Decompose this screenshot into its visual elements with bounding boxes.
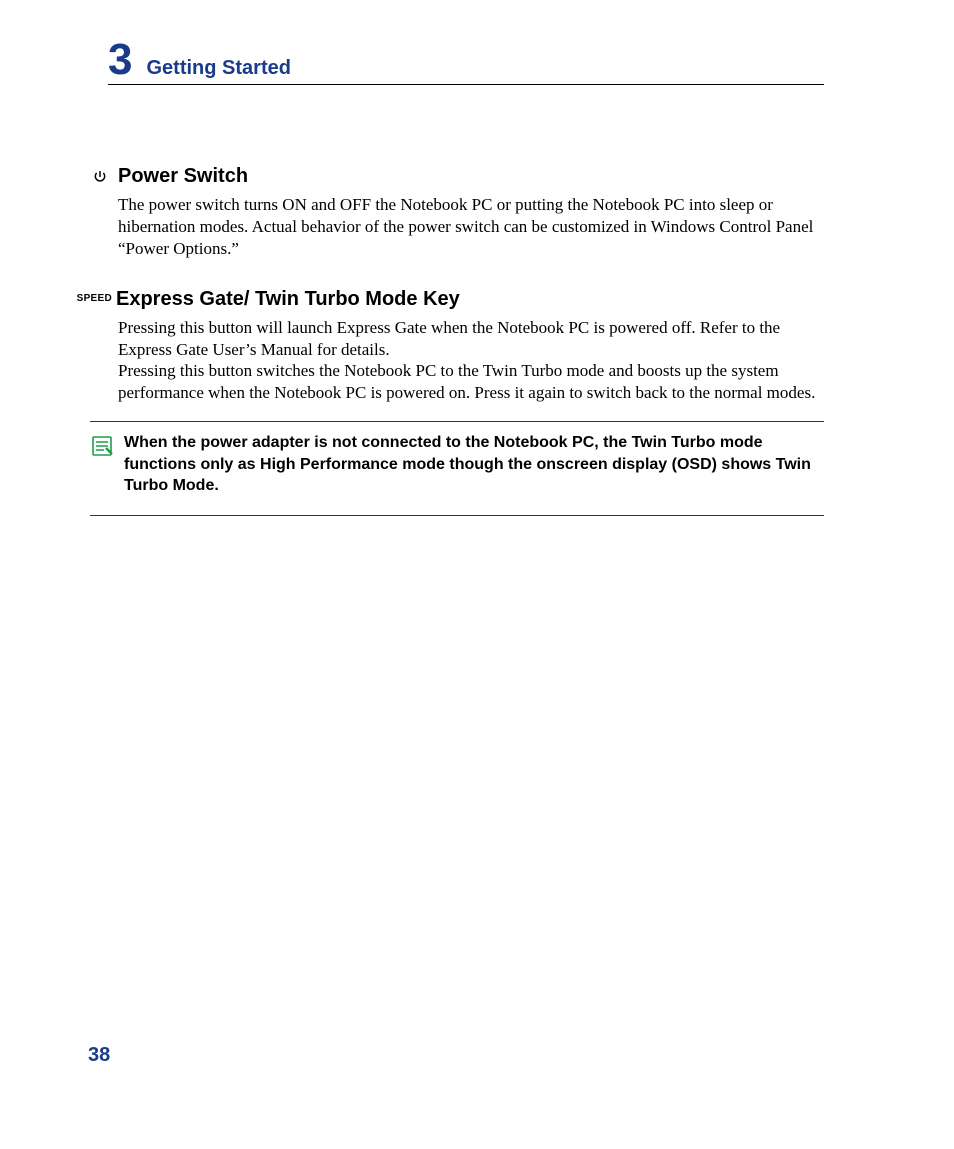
note-text: When the power adapter is not connected … [124, 432, 824, 497]
section-body: Pressing this button will launch Express… [118, 317, 824, 403]
note-box: When the power adapter is not connected … [90, 421, 824, 516]
section-title: Express Gate/ Twin Turbo Mode Key [116, 288, 460, 311]
section-express-gate: SPEED Express Gate/ Twin Turbo Mode Key … [90, 288, 824, 515]
speed-icon-label: SPEED [76, 293, 112, 304]
page-number: 38 [88, 1044, 110, 1067]
paragraph: Pressing this button will launch Express… [118, 317, 824, 360]
chapter-header: 3 Getting Started [108, 40, 824, 85]
note-icon [90, 434, 114, 463]
chapter-number: 3 [108, 40, 132, 80]
section-title: Power Switch [118, 165, 248, 188]
chapter-title: Getting Started [146, 57, 290, 80]
power-icon [90, 169, 110, 185]
section-body: The power switch turns ON and OFF the No… [118, 194, 824, 260]
section-power-switch: Power Switch The power switch turns ON a… [90, 165, 824, 260]
paragraph: Pressing this button switches the Notebo… [118, 360, 824, 403]
